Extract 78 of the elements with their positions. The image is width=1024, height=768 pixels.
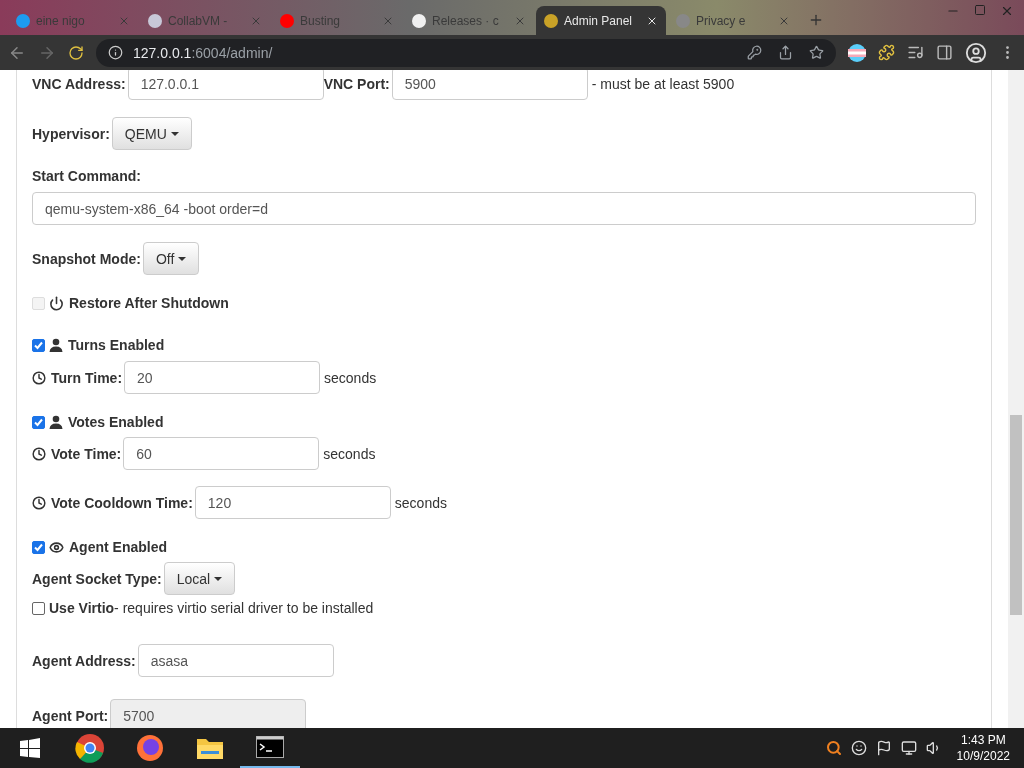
unit-text: seconds xyxy=(324,369,377,386)
tab-title: Busting xyxy=(300,13,342,28)
clock-icon xyxy=(32,446,46,461)
text-input[interactable]: 20 xyxy=(124,361,321,394)
flag-icon[interactable] xyxy=(875,740,892,756)
power-icon xyxy=(49,295,64,311)
maximize-icon[interactable] xyxy=(974,4,986,16)
media-list-icon[interactable] xyxy=(907,44,924,61)
tab-title: CollabVM - xyxy=(168,13,229,28)
terminal-icon xyxy=(256,736,284,758)
tab-title: Admin Panel xyxy=(564,13,634,28)
dropdown-button[interactable]: Local xyxy=(163,562,236,595)
browser-tab[interactable]: Admin Panel xyxy=(536,6,666,35)
field-label: Agent Port: xyxy=(32,707,109,724)
text-input: 5700 xyxy=(110,699,307,728)
field-label: Snapshot Mode: xyxy=(32,250,141,267)
dropdown-button[interactable]: QEMU xyxy=(111,117,192,150)
checkbox-label: Votes Enabled xyxy=(68,414,164,430)
eye-icon xyxy=(49,539,64,555)
text-input[interactable]: 127.0.0.1 xyxy=(127,70,324,100)
checkbox-label: Agent Enabled xyxy=(69,539,167,555)
checkbox[interactable] xyxy=(32,415,45,429)
field-label: Agent Address: xyxy=(32,652,136,669)
browser-circle-icon xyxy=(75,733,105,763)
clock-display[interactable]: 1:43 PM 10/9/2022 xyxy=(956,732,1010,764)
close-window-icon[interactable] xyxy=(1000,4,1014,18)
fox-globe-icon xyxy=(136,734,164,762)
hint-text: - requires virtio serial driver to be installed xyxy=(114,600,374,616)
scrollbar-thumb[interactable] xyxy=(1010,415,1022,615)
dropdown-button[interactable]: Off xyxy=(142,242,200,275)
puzzle-icon[interactable] xyxy=(878,44,895,61)
field-label: Agent Socket Type: xyxy=(32,570,162,587)
unit-text: seconds xyxy=(394,494,447,511)
text-input[interactable]: 120 xyxy=(194,486,391,519)
info-icon xyxy=(108,45,123,60)
tab-title: Privacy e xyxy=(696,13,747,28)
text-input[interactable]: 60 xyxy=(123,437,320,470)
caret-icon xyxy=(170,131,179,136)
checkbox[interactable] xyxy=(32,540,45,554)
field-label: Start Command: xyxy=(32,168,142,184)
tab-title: eine nigo xyxy=(36,13,86,28)
user-icon xyxy=(49,338,63,352)
star-icon[interactable] xyxy=(809,45,824,60)
unit-text: seconds xyxy=(323,445,376,462)
checkbox-label: Use Virtio xyxy=(49,600,115,616)
checkbox-label: Restore After Shutdown xyxy=(69,295,229,311)
scrollbar[interactable] xyxy=(1008,70,1024,728)
side-panel-icon[interactable] xyxy=(936,44,953,61)
clock-icon xyxy=(32,370,46,385)
network-icon[interactable] xyxy=(900,740,917,756)
field-label: VNC Port: xyxy=(323,75,390,92)
text-input[interactable]: qemu-system-x86_64 -boot order=d xyxy=(32,192,976,225)
flag-stripes-icon[interactable] xyxy=(848,43,866,62)
hint-text: - must be at least 5900 xyxy=(591,75,735,92)
field-label: Turn Time: xyxy=(51,369,123,386)
checkbox[interactable] xyxy=(32,338,45,352)
key-icon[interactable] xyxy=(747,45,762,60)
clock-icon xyxy=(32,495,46,510)
search-icon[interactable] xyxy=(825,740,842,756)
address-bar[interactable]: 127.0.0.1:6004/admin/ xyxy=(96,38,836,67)
checkbox[interactable] xyxy=(32,601,45,615)
caret-icon xyxy=(214,576,223,581)
checkbox-label: Turns Enabled xyxy=(68,337,165,353)
user-icon xyxy=(49,415,63,429)
share-icon[interactable] xyxy=(778,45,793,60)
field-label: Vote Cooldown Time: xyxy=(51,494,193,511)
profile-icon[interactable] xyxy=(965,41,987,64)
text-input[interactable]: asasa xyxy=(137,644,334,677)
field-label: VNC Address: xyxy=(32,75,126,92)
field-label: Hypervisor: xyxy=(32,125,110,142)
text-input[interactable]: 5900 xyxy=(391,70,588,100)
reload-icon[interactable] xyxy=(68,44,84,61)
field-label: Vote Time: xyxy=(51,445,122,462)
windows-logo-icon xyxy=(20,738,40,758)
face-icon[interactable] xyxy=(850,740,867,756)
url-text: 127.0.0.1:6004/admin/ xyxy=(133,44,273,61)
folder-icon xyxy=(196,736,224,760)
caret-icon xyxy=(178,256,187,261)
